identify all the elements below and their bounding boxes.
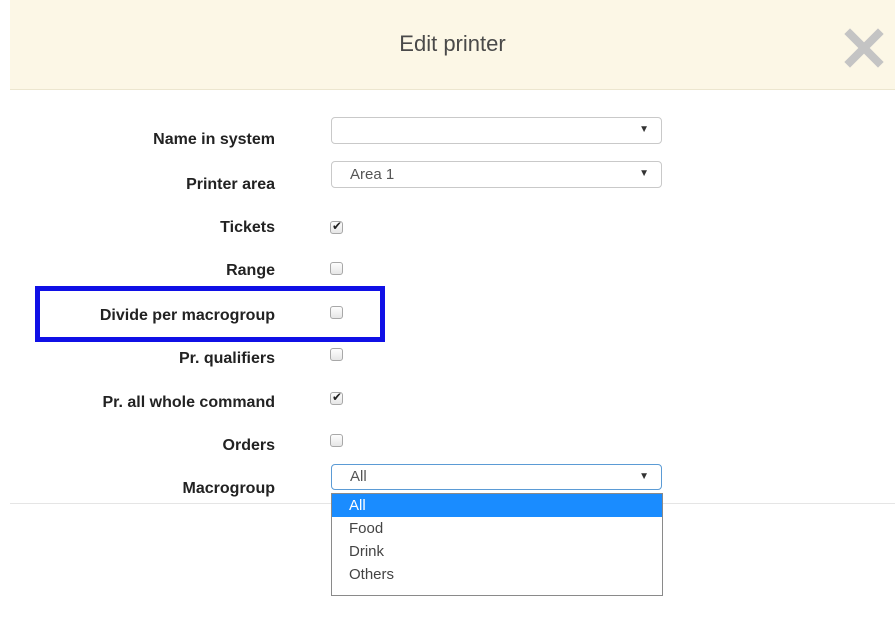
range-checkbox[interactable] [330,262,343,275]
pr-all-whole-command-label: Pr. all whole command [102,394,276,411]
checkmark-icon: ✔ [332,390,343,404]
printer-area-value: Area 1 [350,166,395,183]
macrogroup-select[interactable]: All ▼ [331,464,662,490]
chevron-down-icon: ▼ [639,124,649,135]
name-in-system-label: Name in system [153,131,275,148]
dropdown-option-others[interactable]: Others [332,563,662,586]
modal-header: Edit printer [10,0,895,90]
macrogroup-dropdown-list: All Food Drink Others [331,493,663,596]
pr-all-whole-command-checkbox[interactable]: ✔ [330,390,343,405]
orders-label: Orders [222,437,275,454]
checkmark-icon: ✔ [332,219,343,233]
pr-qualifiers-label: Pr. qualifiers [178,350,275,367]
name-in-system-select[interactable]: ▼ [331,117,662,144]
dropdown-option-food[interactable]: Food [332,517,662,540]
close-icon[interactable] [842,26,886,70]
tickets-label: Tickets [220,219,275,236]
chevron-down-icon: ▼ [639,168,649,179]
highlight-annotation-box [35,286,385,342]
modal-title: Edit printer [399,31,506,56]
edit-printer-modal: Edit printer Name in system ▼ Printer ar… [0,0,895,632]
orders-checkbox[interactable] [330,434,343,447]
printer-area-label: Printer area [186,176,275,193]
dropdown-option-drink[interactable]: Drink [332,540,662,563]
tickets-checkbox[interactable]: ✔ [330,219,343,234]
macrogroup-label: Macrogroup [182,480,275,497]
chevron-down-icon: ▼ [639,471,649,482]
printer-area-select[interactable]: Area 1 ▼ [331,161,662,188]
macrogroup-value: All [350,468,367,485]
pr-qualifiers-checkbox[interactable] [330,348,343,361]
range-label: Range [226,262,275,279]
dropdown-option-all[interactable]: All [332,494,662,517]
